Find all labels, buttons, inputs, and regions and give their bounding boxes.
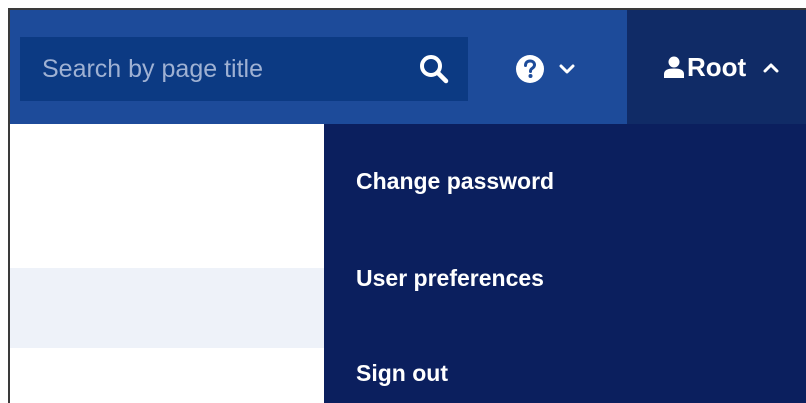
menu-item-user-preferences[interactable]: User preferences — [356, 265, 544, 292]
top-header-bar: Search by page title Root — [10, 10, 806, 124]
help-menu-button[interactable] — [515, 49, 575, 89]
app-window: Search by page title Root Change passwor… — [8, 8, 806, 403]
table-row-highlighted — [10, 268, 330, 348]
user-icon — [664, 56, 684, 78]
search-placeholder: Search by page title — [42, 55, 263, 83]
search-input[interactable]: Search by page title — [20, 37, 468, 101]
username-label: Root — [687, 52, 747, 82]
user-dropdown-menu: Change password User preferences Sign ou… — [324, 124, 806, 403]
chevron-down-icon — [559, 64, 575, 74]
search-icon[interactable] — [418, 53, 450, 85]
menu-item-sign-out[interactable]: Sign out — [356, 360, 448, 387]
help-icon — [516, 55, 544, 83]
user-menu-button[interactable]: Root — [627, 10, 806, 124]
chevron-up-icon — [763, 63, 779, 73]
menu-item-change-password[interactable]: Change password — [356, 168, 554, 195]
